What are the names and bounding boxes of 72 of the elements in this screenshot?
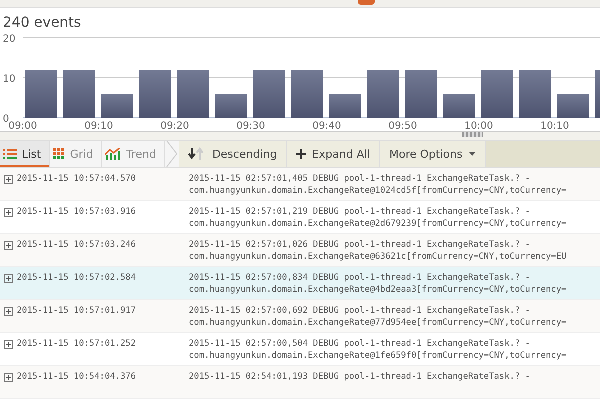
expand-icon[interactable] (4, 241, 13, 250)
chart-bar (139, 70, 171, 118)
event-message: com.huangyunkun.domain.ExchangeRate@1024cd5f[fromCurrency=CNY,toCurrency= (189, 185, 567, 197)
list-icon (3, 148, 17, 160)
chart-bar (557, 94, 589, 118)
chart-bar (177, 70, 209, 118)
view-tab[interactable]: List (0, 141, 50, 167)
event-time: 2015-11-15 10:57:04.570 (17, 173, 137, 186)
event-message: 2015-11-15 02:57:00,692 DEBUG pool-1-thread-1 ExchangeRateTask.? - (189, 305, 532, 317)
event-time: 2015-11-15 10:57:03.916 (17, 206, 137, 219)
event-message: 2015-11-15 02:54:01,193 DEBUG pool-1-thread-1 ExchangeRateTask.? - (189, 371, 530, 383)
axis-label: 10:10 (540, 121, 570, 130)
menu-button[interactable]: More Options (380, 141, 486, 167)
chart-bar (25, 70, 57, 118)
expand-icon[interactable] (4, 274, 13, 283)
event-count: 240 events (2, 14, 82, 32)
axis-label: 09:00 (8, 121, 38, 130)
event-message: 2015-11-15 02:57:00,504 DEBUG pool-1-thread-1 ExchangeRateTask.? - (189, 338, 532, 350)
axis-label: 09:40 (312, 121, 342, 130)
event-message: com.huangyunkun.domain.ExchangeRate@1fe659f0[fromCurrency=CNY,toCurrency= (189, 350, 567, 362)
axis-label: 09:10 (84, 121, 114, 130)
event-row[interactable]: 2015-11-15 10:57:04.570 2015-11-15 02:57:01,405 DEBUG pool-1-thread-1 ExchangeRateTask.? - com.huangyunkun.domain.ExchangeRate@1024cd5f[fromCurrency=CNY,toCurrency= (0, 168, 600, 201)
grid-icon (53, 148, 66, 160)
chart-bar (519, 70, 551, 118)
caret-icon (468, 152, 476, 156)
axis-label: 09:50 (388, 121, 418, 130)
toolbar-button[interactable]: Expand All (287, 141, 380, 167)
tab-marker (358, 0, 375, 5)
expand-icon[interactable] (4, 175, 13, 184)
plus-icon (296, 149, 306, 159)
expand-icon[interactable] (4, 340, 13, 349)
axis-label: 09:20 (160, 121, 190, 130)
chart-bar (443, 94, 475, 118)
event-message: com.huangyunkun.domain.ExchangeRate@2d679239[fromCurrency=CNY,toCurrency= (189, 218, 567, 230)
trend-icon (105, 148, 122, 160)
chart-bar (253, 70, 285, 118)
chart-bar (405, 70, 437, 118)
event-time: 2015-11-15 10:57:01.917 (17, 305, 137, 318)
axis-label: 09:30 (236, 121, 266, 130)
axis-label: 20 (3, 34, 16, 45)
axis-label: 0 (3, 114, 10, 125)
axis-label: 10 (3, 74, 16, 85)
event-time: 2015-11-15 10:57:02.584 (17, 272, 137, 285)
event-row[interactable]: 2015-11-15 10:57:02.584 2015-11-15 02:57:00,834 DEBUG pool-1-thread-1 ExchangeRateTask.? - com.huangyunkun.domain.ExchangeRate@4bd2eaa3[fromCurrency=CNY,toCurrency= (0, 267, 600, 300)
expand-icon[interactable] (4, 307, 13, 316)
event-time: 2015-11-15 10:57:03.246 (17, 239, 137, 252)
event-row[interactable]: 2015-11-15 10:57:03.246 2015-11-15 02:57:01,026 DEBUG pool-1-thread-1 ExchangeRateTask.? - com.huangyunkun.domain.ExchangeRate@63621c[fromCurrency=CNY,toCurrency=EU (0, 234, 600, 267)
expand-icon[interactable] (4, 373, 13, 382)
sort-icon (188, 147, 206, 161)
toolbar-button[interactable]: Descending (179, 141, 288, 167)
event-message: 2015-11-15 02:57:00,834 DEBUG pool-1-thread-1 ExchangeRateTask.? - (189, 272, 532, 284)
expand-icon[interactable] (4, 208, 13, 217)
event-message: com.huangyunkun.domain.ExchangeRate@77d954ee[fromCurrency=CNY,toCurrency= (189, 317, 567, 329)
chart-bar (101, 94, 133, 118)
chart-bar (63, 70, 95, 118)
chart-bar (367, 70, 399, 118)
resize-handle[interactable] (462, 132, 483, 137)
chart-bar (329, 94, 361, 118)
chart-bar (291, 70, 323, 118)
event-time: 2015-11-15 10:57:01.252 (17, 338, 137, 351)
event-message: 2015-11-15 02:57:01,405 DEBUG pool-1-thread-1 ExchangeRateTask.? - (189, 173, 532, 185)
axis-label: 10:00 (464, 121, 494, 130)
chart-bar (215, 94, 247, 118)
event-message: com.huangyunkun.domain.ExchangeRate@63621c[fromCurrency=CNY,toCurrency=EU (189, 251, 567, 263)
event-row[interactable]: 2015-11-15 10:54:04.376 2015-11-15 02:54:01,193 DEBUG pool-1-thread-1 ExchangeRateTask.? - (0, 366, 600, 399)
event-row[interactable]: 2015-11-15 10:57:01.917 2015-11-15 02:57:00,692 DEBUG pool-1-thread-1 ExchangeRateTask.? - com.huangyunkun.domain.ExchangeRate@77d954ee[fromCurrency=CNY,toCurrency= (0, 300, 600, 333)
event-time: 2015-11-15 10:54:04.376 (17, 371, 137, 384)
chart-bar (595, 70, 600, 118)
event-message: com.huangyunkun.domain.ExchangeRate@4bd2eaa3[fromCurrency=CNY,toCurrency= (189, 284, 567, 296)
event-message: 2015-11-15 02:57:01,219 DEBUG pool-1-thread-1 ExchangeRateTask.? - (189, 206, 532, 218)
chart-bar (481, 70, 513, 118)
event-message: 2015-11-15 02:57:01,026 DEBUG pool-1-thread-1 ExchangeRateTask.? - (189, 239, 532, 251)
